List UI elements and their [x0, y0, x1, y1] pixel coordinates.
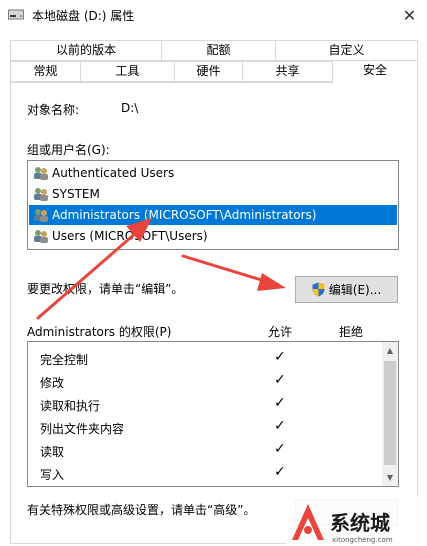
deny-column-header: 拒绝 [339, 325, 364, 339]
drive-icon [8, 9, 24, 20]
users-icon [34, 209, 48, 222]
tab-customize[interactable]: 自定义 [275, 40, 418, 61]
allow-check-icon: ✓ [274, 372, 286, 388]
users-icon [34, 188, 48, 201]
list-item-authenticated-users[interactable]: Authenticated Users [29, 163, 397, 183]
scroll-thumb[interactable] [384, 361, 396, 465]
edit-button-label: 编辑(E)... [328, 283, 382, 297]
tab-sharing[interactable]: 共享 [242, 61, 333, 82]
close-button[interactable]: ✕ [392, 0, 427, 30]
list-item-users[interactable]: Users (MICROSOFT\Users) [29, 226, 397, 246]
permissions-title: Administrators 的权限(P) [27, 325, 172, 339]
table-row: 列出文件夹内容 ✓ [40, 418, 286, 436]
allow-check-icon: ✓ [274, 395, 286, 411]
tab-security[interactable]: 安全 [332, 60, 418, 83]
site-watermark-logo: 系统城 xitongcheng.com [286, 496, 427, 546]
allow-check-icon: ✓ [274, 441, 286, 457]
uac-shield-icon [312, 282, 325, 297]
group-users-label: 组或用户名(G): [27, 143, 110, 157]
table-row: 写入 ✓ [40, 464, 286, 482]
tab-quota[interactable]: 配额 [161, 40, 276, 61]
table-row: 修改 ✓ [40, 372, 286, 390]
tab-tools[interactable]: 工具 [80, 61, 175, 82]
tab-general[interactable]: 常规 [10, 61, 81, 82]
advanced-hint: 有关特殊权限或高级设置，请单击“高级”。 [27, 503, 256, 517]
svg-text:xitongcheng.com: xitongcheng.com [332, 536, 393, 544]
permissions-scrollbar[interactable]: ▲ ▼ [382, 342, 398, 486]
edit-button[interactable]: 编辑(E)... [295, 276, 398, 303]
change-permission-hint: 要更改权限，请单击“编辑”。 [27, 282, 184, 296]
close-icon: ✕ [402, 5, 417, 25]
list-item-system[interactable]: SYSTEM [29, 184, 397, 204]
title-bar: 本地磁盘 (D:) 属性 ✕ [0, 0, 427, 30]
permissions-list: 完全控制 ✓ 修改 ✓ 读取和执行 ✓ 列出文件夹内容 ✓ 读取 ✓ 写入 ✓ … [27, 341, 399, 487]
tab-previous-versions[interactable]: 以前的版本 [10, 40, 162, 61]
tab-hardware[interactable]: 硬件 [174, 61, 243, 82]
table-row: 读取 ✓ [40, 441, 286, 459]
svg-text:系统城: 系统城 [330, 511, 390, 535]
table-row: 完全控制 ✓ [40, 349, 286, 367]
allow-check-icon: ✓ [274, 464, 286, 480]
window-title: 本地磁盘 (D:) 属性 [32, 9, 135, 23]
table-row: 读取和执行 ✓ [40, 395, 286, 413]
allow-check-icon: ✓ [274, 349, 286, 365]
allow-column-header: 允许 [268, 325, 293, 339]
object-name-value: D:\ [121, 101, 139, 115]
scroll-up-icon[interactable]: ▲ [382, 342, 398, 359]
users-icon [34, 167, 48, 180]
allow-check-icon: ✓ [274, 418, 286, 434]
list-item-administrators[interactable]: Administrators (MICROSOFT\Administrators… [29, 205, 397, 225]
users-icon [34, 230, 48, 243]
scroll-down-icon[interactable]: ▼ [382, 469, 398, 486]
object-name-label: 对象名称: [27, 103, 80, 117]
users-list[interactable]: Authenticated Users SYSTEM Administrator… [27, 160, 399, 250]
